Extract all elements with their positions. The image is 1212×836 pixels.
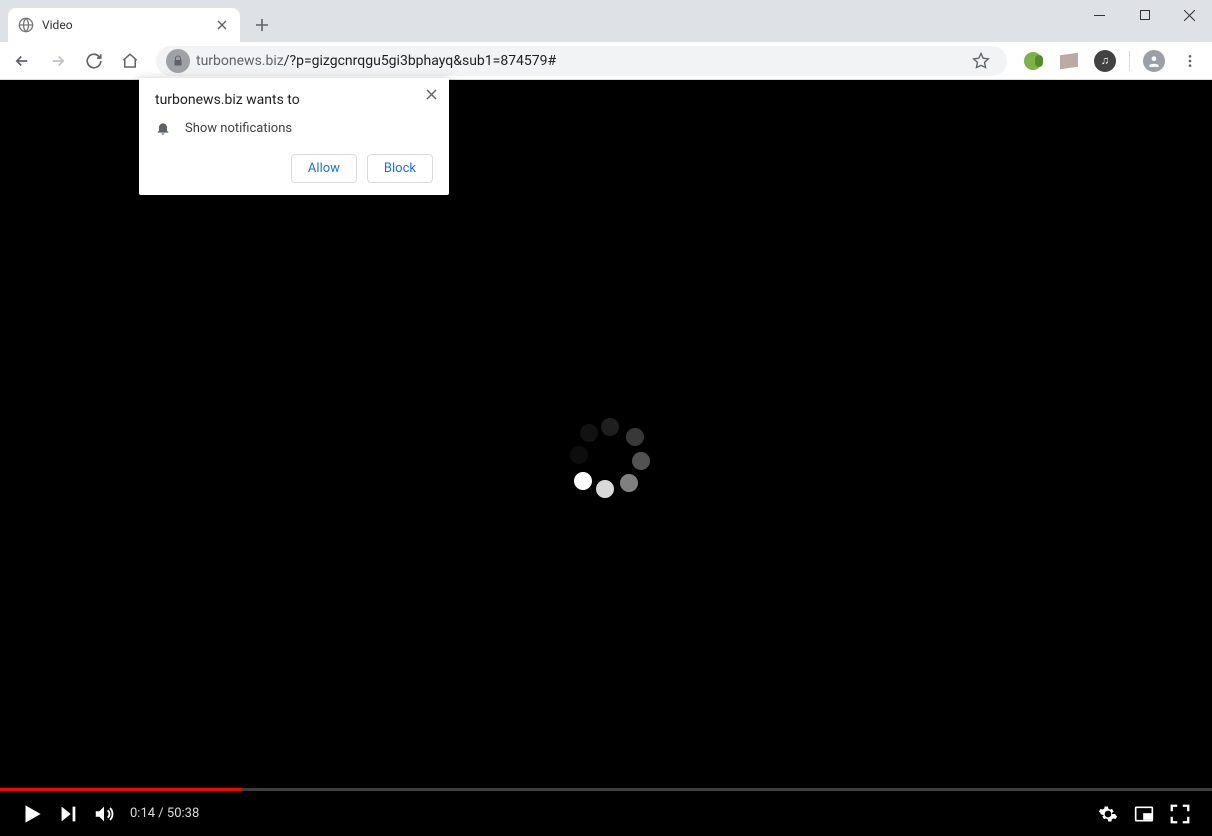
- prompt-close-icon[interactable]: [421, 84, 441, 104]
- video-time: 0:14 / 50:38: [130, 806, 199, 821]
- address-bar[interactable]: turbonews.biz/?p=gizgcnrqgu5gi3bphayq&su…: [156, 46, 1007, 76]
- site-info-button[interactable]: [166, 49, 190, 73]
- minimize-button[interactable]: [1077, 0, 1122, 30]
- block-button[interactable]: Block: [367, 154, 433, 183]
- play-button[interactable]: [14, 796, 50, 832]
- video-progress-played: [0, 788, 242, 791]
- video-progress-bar[interactable]: [0, 788, 1212, 791]
- allow-button[interactable]: Allow: [291, 154, 357, 183]
- reload-button[interactable]: [78, 45, 110, 77]
- tab-title: Video: [42, 18, 214, 32]
- settings-gear-icon[interactable]: [1090, 796, 1126, 832]
- next-button[interactable]: [50, 796, 86, 832]
- globe-icon: [18, 17, 34, 33]
- forward-button[interactable]: [42, 45, 74, 77]
- maximize-button[interactable]: [1122, 0, 1167, 30]
- profile-avatar[interactable]: [1138, 45, 1170, 77]
- extension-music-icon[interactable]: ♫: [1089, 45, 1121, 77]
- home-button[interactable]: [114, 45, 146, 77]
- window-close-button[interactable]: [1167, 0, 1212, 30]
- browser-toolbar: turbonews.biz/?p=gizgcnrqgu5gi3bphayq&su…: [0, 42, 1212, 80]
- bell-icon: [155, 120, 171, 136]
- prompt-title: turbonews.biz wants to: [155, 92, 433, 108]
- notification-permission-prompt: turbonews.biz wants to Show notification…: [139, 78, 449, 195]
- volume-button[interactable]: [86, 796, 122, 832]
- bookmark-star-icon[interactable]: [965, 45, 997, 77]
- loading-spinner-icon: [570, 418, 650, 498]
- fullscreen-icon[interactable]: [1162, 796, 1198, 832]
- url-text: turbonews.biz/?p=gizgcnrqgu5gi3bphayq&su…: [196, 53, 965, 69]
- video-controls: 0:14 / 50:38: [0, 788, 1212, 836]
- window-controls: [1077, 0, 1212, 32]
- close-tab-icon[interactable]: [214, 17, 230, 33]
- browser-tab[interactable]: Video: [8, 8, 240, 42]
- prompt-permission-text: Show notifications: [185, 121, 292, 136]
- kebab-menu-icon[interactable]: [1174, 45, 1206, 77]
- extension-1-icon[interactable]: [1017, 45, 1049, 77]
- back-button[interactable]: [6, 45, 38, 77]
- toolbar-divider: [1129, 51, 1130, 71]
- extension-2-icon[interactable]: [1053, 45, 1085, 77]
- miniplayer-icon[interactable]: [1126, 796, 1162, 832]
- browser-tab-strip: Video: [0, 0, 1212, 42]
- new-tab-button[interactable]: [248, 11, 276, 39]
